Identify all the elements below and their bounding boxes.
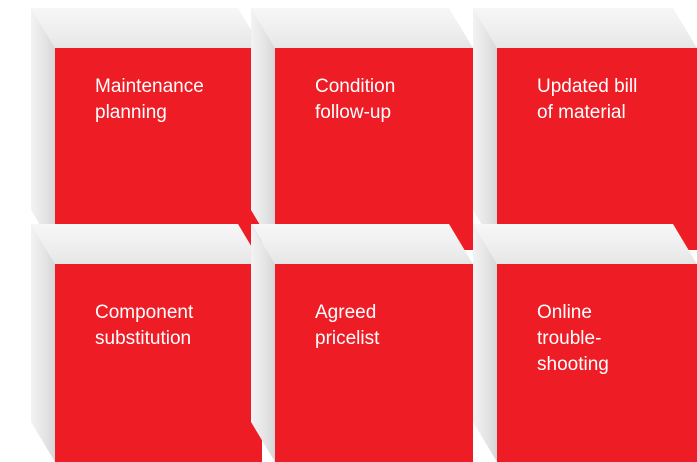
- tile-label: Updated bill of material: [537, 76, 638, 123]
- cube-top-face: [473, 8, 697, 48]
- tile-face: Condition follow-up: [275, 48, 473, 250]
- service-tiles-diagram: Maintenance planning Condition follow-up…: [0, 0, 697, 462]
- cube-side-face: [473, 8, 497, 250]
- cube-top-face: [251, 8, 473, 48]
- tile-updated-bill-of-material: Updated bill of material: [473, 8, 697, 250]
- cube-side-face: [251, 224, 275, 462]
- cube-top-face: [31, 8, 262, 48]
- tile-label: Maintenance planning: [95, 76, 204, 123]
- tile-face: Agreed pricelist: [275, 264, 473, 462]
- tile-condition-follow-up: Condition follow-up: [251, 8, 473, 250]
- tile-online-troubleshooting: Online trouble- shooting: [473, 224, 697, 462]
- tile-face: Online trouble- shooting: [497, 264, 697, 462]
- tile-face: Updated bill of material: [497, 48, 697, 250]
- cube-side-face: [473, 224, 497, 462]
- tile-label: Condition follow-up: [315, 76, 396, 123]
- cube-side-face: [251, 8, 275, 250]
- cube-side-face: [31, 224, 55, 462]
- cube-side-face: [31, 8, 55, 250]
- tile-face: Maintenance planning: [55, 48, 262, 250]
- tile-agreed-pricelist: Agreed pricelist: [251, 224, 473, 462]
- cube-top-face: [473, 224, 697, 264]
- tile-label: Component substitution: [95, 302, 194, 349]
- cube-top-face: [31, 224, 262, 264]
- tile-label: Agreed pricelist: [315, 302, 380, 349]
- tile-face: Component substitution: [55, 264, 262, 462]
- tile-component-substitution: Component substitution: [31, 224, 262, 462]
- tile-label: Online trouble- shooting: [537, 302, 609, 375]
- tile-maintenance-planning: Maintenance planning: [31, 8, 262, 250]
- cube-top-face: [251, 224, 473, 264]
